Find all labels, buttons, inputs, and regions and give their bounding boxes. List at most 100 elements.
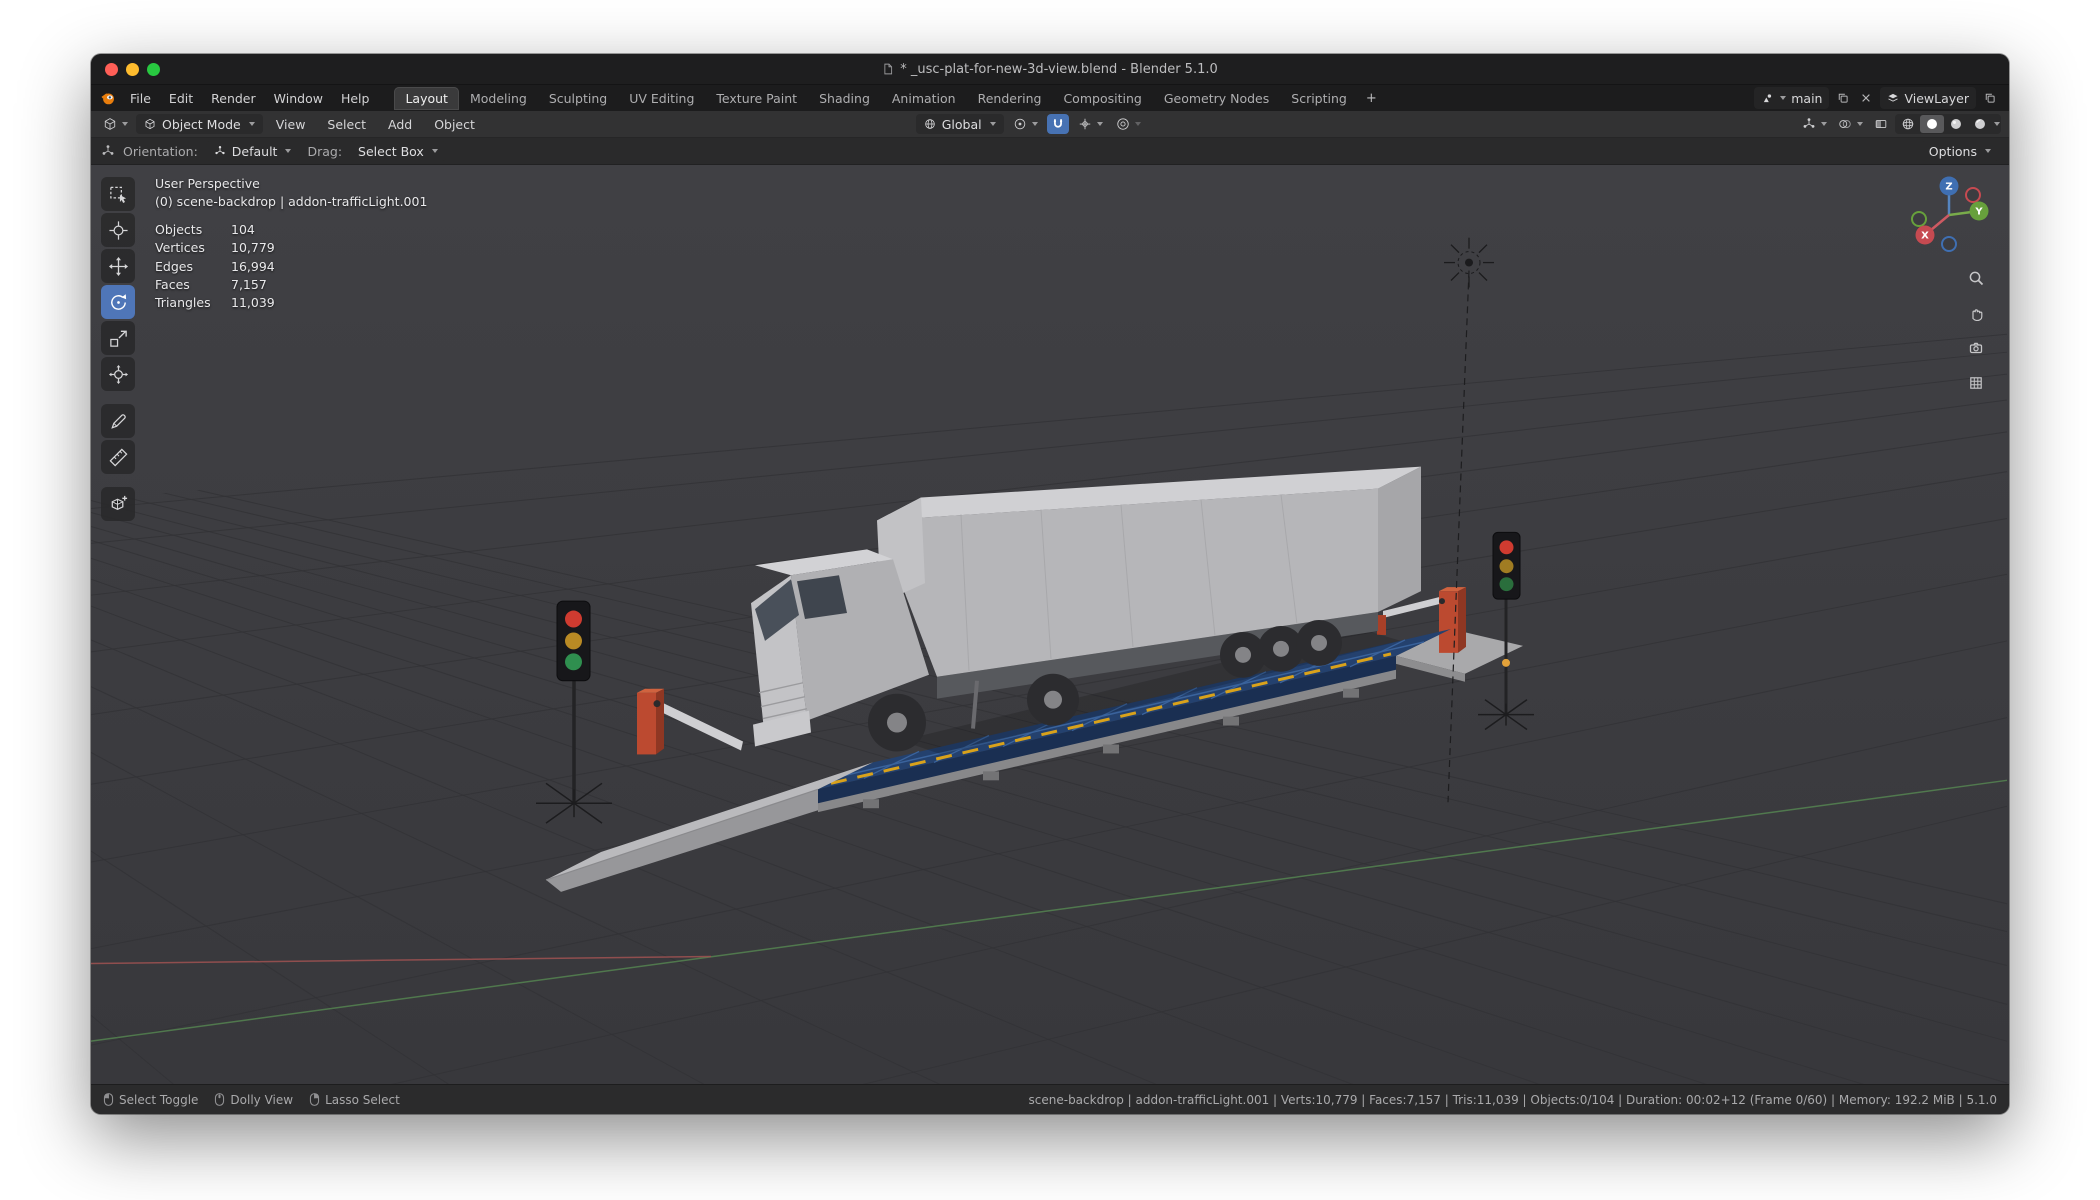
- chevron-down-icon: [1780, 96, 1786, 100]
- menu-add[interactable]: Add: [379, 115, 421, 134]
- xray-icon: [1874, 117, 1888, 131]
- pan-button[interactable]: [1963, 300, 1989, 326]
- gizmo-negative-y[interactable]: [1912, 212, 1926, 226]
- tab-modeling[interactable]: Modeling: [459, 87, 538, 110]
- transform-icon: [108, 364, 129, 385]
- xray-toggle[interactable]: [1870, 114, 1892, 134]
- tool-move[interactable]: [101, 249, 135, 283]
- navigation-gizmo[interactable]: Z Y X: [1905, 171, 1993, 259]
- stat-value: 11,039: [231, 294, 275, 312]
- tab-layout[interactable]: Layout: [394, 87, 459, 110]
- options-button[interactable]: Options: [1921, 141, 1999, 161]
- orientation-label: Orientation:: [123, 144, 198, 159]
- menu-select[interactable]: Select: [318, 115, 375, 134]
- fullscreen-button[interactable]: [147, 63, 160, 76]
- drag-mode-selector[interactable]: Select Box: [350, 141, 446, 161]
- tab-sculpting[interactable]: Sculpting: [538, 87, 618, 110]
- chevron-down-icon: [1097, 122, 1103, 126]
- scene-selector[interactable]: main: [1754, 87, 1829, 109]
- tool-rotate[interactable]: [101, 285, 135, 319]
- tab-shading[interactable]: Shading: [808, 87, 881, 110]
- snap-target-icon: [1078, 117, 1092, 131]
- tool-add-cube[interactable]: [101, 487, 135, 521]
- viewport-3d[interactable]: User Perspective (0) scene-backdrop | ad…: [91, 165, 2009, 1084]
- add-workspace-button[interactable]: +: [1358, 89, 1385, 108]
- tab-scripting[interactable]: Scripting: [1280, 87, 1358, 110]
- gizmos-toggle[interactable]: [1798, 114, 1831, 134]
- menu-object[interactable]: Object: [425, 115, 484, 134]
- gizmo-negative-x[interactable]: [1966, 188, 1980, 202]
- shading-wireframe-button[interactable]: [1896, 115, 1920, 133]
- active-object-label: (0) scene-backdrop | addon-trafficLight.…: [155, 193, 427, 211]
- tab-uv-editing[interactable]: UV Editing: [618, 87, 705, 110]
- pivot-point-selector[interactable]: [1009, 114, 1042, 134]
- camera-icon: [1968, 340, 1984, 356]
- tab-geometry-nodes[interactable]: Geometry Nodes: [1153, 87, 1280, 110]
- window-controls: [105, 63, 160, 76]
- menu-render[interactable]: Render: [202, 89, 265, 108]
- menu-view[interactable]: View: [267, 115, 315, 134]
- tool-orientation-selector[interactable]: Default: [206, 141, 300, 161]
- menu-file[interactable]: File: [121, 89, 160, 108]
- tool-annotate[interactable]: [101, 404, 135, 438]
- view-layer-selector[interactable]: ViewLayer: [1880, 87, 1976, 109]
- close-button[interactable]: [105, 63, 118, 76]
- overlays-icon: [1838, 117, 1852, 131]
- camera-view-button[interactable]: [1963, 335, 1989, 361]
- shading-rendered-button[interactable]: [1968, 115, 1992, 133]
- tool-transform[interactable]: [101, 357, 135, 391]
- scene-name: main: [1791, 91, 1822, 106]
- menu-window[interactable]: Window: [265, 89, 332, 108]
- minimize-button[interactable]: [126, 63, 139, 76]
- tab-rendering[interactable]: Rendering: [967, 87, 1053, 110]
- viewport-display-controls: [1798, 114, 2001, 134]
- remove-scene-button[interactable]: [1857, 89, 1875, 107]
- mode-selector[interactable]: Object Mode: [136, 114, 263, 134]
- statusbar-info: scene-backdrop | addon-trafficLight.001 …: [1029, 1093, 1997, 1107]
- stat-value: 7,157: [231, 276, 267, 294]
- menu-help[interactable]: Help: [332, 89, 379, 108]
- tool-scale[interactable]: [101, 321, 135, 355]
- annotate-pen-icon: [108, 411, 129, 432]
- stat-label: Vertices: [155, 239, 231, 257]
- point-light-object[interactable]: [1444, 238, 1494, 288]
- proportional-editing-toggle[interactable]: [1112, 114, 1145, 134]
- solid-sphere-icon: [1925, 117, 1939, 131]
- editor-type-button[interactable]: [99, 114, 132, 134]
- overlays-toggle[interactable]: [1834, 114, 1867, 134]
- shading-material-button[interactable]: [1944, 115, 1968, 133]
- snap-toggle[interactable]: [1047, 114, 1069, 134]
- chevron-down-icon: [432, 149, 438, 153]
- tool-cursor[interactable]: [101, 213, 135, 247]
- keymap-hints: Select Toggle Dolly View Lasso Select: [103, 1092, 400, 1107]
- hint-label: Select Toggle: [119, 1093, 198, 1107]
- hint-select-toggle: Select Toggle: [103, 1092, 198, 1107]
- perspective-toggle-button[interactable]: [1963, 370, 1989, 396]
- tool-select-box[interactable]: [101, 177, 135, 211]
- gizmo-y-label: Y: [1974, 207, 1983, 218]
- menu-edit[interactable]: Edit: [160, 89, 202, 108]
- layers-icon: [1887, 92, 1899, 104]
- tab-texture-paint[interactable]: Texture Paint: [705, 87, 808, 110]
- orientation-value: Global: [942, 117, 982, 132]
- titlebar[interactable]: * _usc-plat-for-new-3d-view.blend - Blen…: [91, 54, 2009, 85]
- chevron-down-icon: [1032, 122, 1038, 126]
- tool-measure[interactable]: [101, 440, 135, 474]
- active-tool-icon[interactable]: [101, 144, 115, 158]
- shading-solid-button[interactable]: [1920, 115, 1944, 133]
- stat-value: 10,779: [231, 239, 275, 257]
- transform-orientation-selector[interactable]: Global: [916, 114, 1004, 134]
- snap-settings-selector[interactable]: [1074, 114, 1107, 134]
- zoom-button[interactable]: [1963, 265, 1989, 291]
- gizmo-negative-z[interactable]: [1942, 237, 1956, 251]
- blender-logo-icon[interactable]: [101, 91, 115, 105]
- scene-statistics: Objects104 Vertices10,779 Edges16,994 Fa…: [155, 221, 427, 312]
- viewport-overlay: User Perspective (0) scene-backdrop | ad…: [155, 175, 427, 312]
- chevron-down-icon[interactable]: [1994, 122, 2000, 126]
- tab-compositing[interactable]: Compositing: [1052, 87, 1152, 110]
- chevron-down-icon: [1985, 149, 1991, 153]
- new-view-layer-button[interactable]: [1981, 89, 1999, 107]
- new-scene-button[interactable]: [1834, 89, 1852, 107]
- tab-animation[interactable]: Animation: [881, 87, 967, 110]
- proportional-editing-icon: [1116, 117, 1130, 131]
